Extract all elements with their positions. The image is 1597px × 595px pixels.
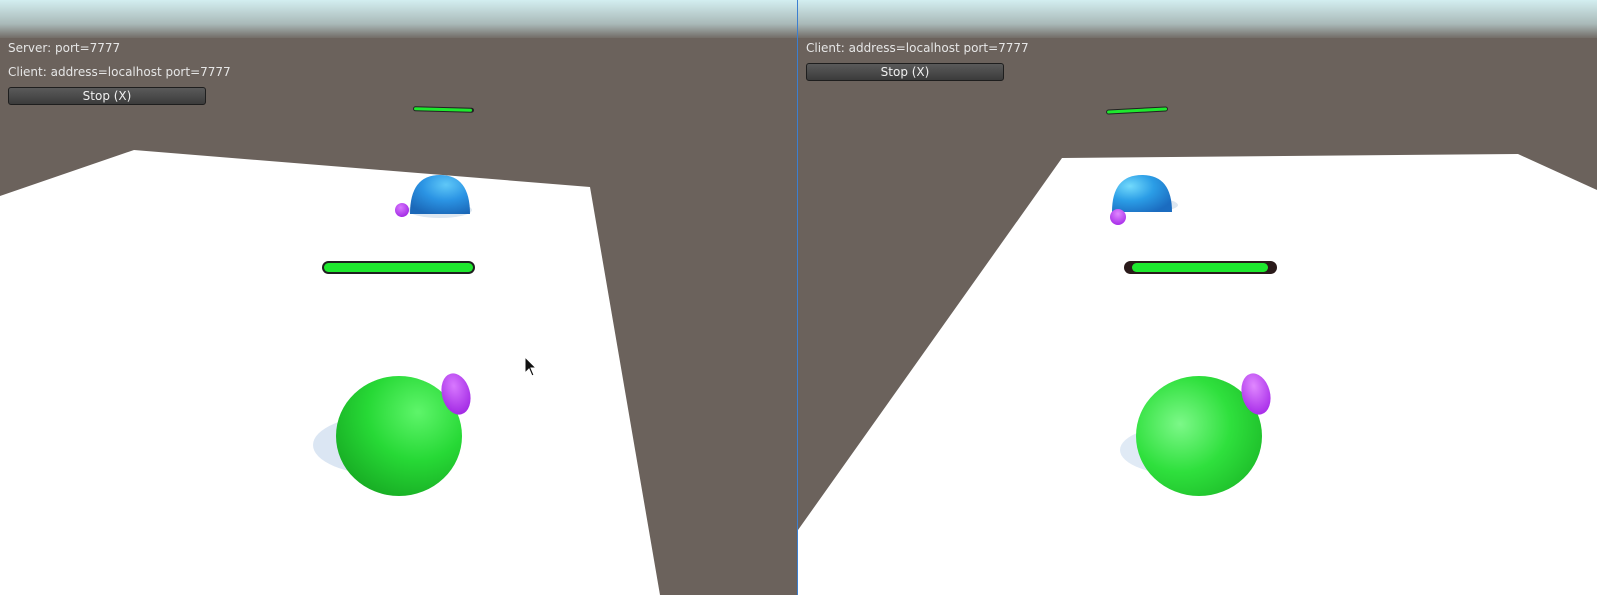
host-viewport: Server: port=7777 Client: address=localh… [0,0,797,595]
stop-button[interactable]: Stop (X) [806,63,1004,81]
stop-button[interactable]: Stop (X) [8,87,206,105]
client-scene [798,0,1597,595]
enemy-hand [1110,209,1126,225]
client-status-label: Client: address=localhost port=7777 [806,41,1029,55]
enemy-health-bar-fill [324,263,473,272]
client-viewport: Client: address=localhost port=7777 Stop… [798,0,1597,595]
game-window: Server: port=7777 Client: address=localh… [0,0,1597,595]
sky [0,0,797,40]
sky [798,0,1597,40]
enemy-health-bar-fill [1132,263,1268,272]
client-status-label: Client: address=localhost port=7777 [8,65,231,79]
server-status-label: Server: port=7777 [8,41,121,55]
floor [0,150,660,595]
mouse-cursor-icon [524,356,538,377]
